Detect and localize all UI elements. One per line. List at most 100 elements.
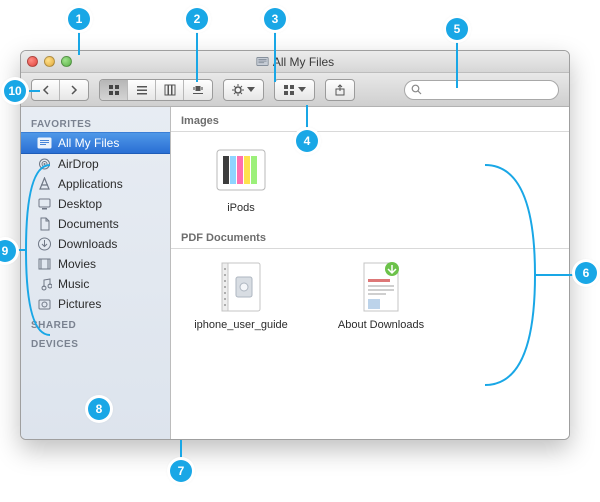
pdf-page-icon [358,259,404,315]
coverflow-icon [192,84,204,96]
section-items: iphone_user_guide [171,253,569,341]
sidebar-item-airdrop[interactable]: AirDrop [21,154,170,174]
sidebar-item-desktop[interactable]: Desktop [21,194,170,214]
sidebar-item-pictures[interactable]: Pictures [21,294,170,314]
file-label: About Downloads [338,319,424,331]
minimize-button[interactable] [44,56,55,67]
sidebar-section-shared: SHARED [21,314,170,333]
file-label: iphone_user_guide [194,319,288,331]
callout-5: 5 [446,18,468,40]
column-view-button[interactable] [156,80,184,100]
divider [171,248,569,249]
finder-window: All My Files [20,50,570,440]
desktop-icon [37,197,52,211]
pictures-icon [37,297,52,311]
columns-icon [164,84,176,96]
section-header-images: Images [171,107,569,131]
applications-icon [37,177,52,191]
file-thumbnail [213,142,269,198]
sidebar-item-label: Downloads [58,237,117,251]
sidebar-item-movies[interactable]: Movies [21,254,170,274]
callout-8: 8 [88,398,110,420]
image-thumbnail-icon [213,142,269,198]
arrange-menu-button[interactable] [274,79,315,101]
callout-line [306,105,308,131]
window-title-text: All My Files [273,55,334,69]
share-button[interactable] [325,79,355,101]
callout-10: 10 [4,80,26,102]
sidebar-item-applications[interactable]: Applications [21,174,170,194]
callout-line [78,30,80,55]
chevron-left-icon [41,85,51,95]
file-item[interactable]: About Downloads [331,259,431,331]
callout-6: 6 [575,262,597,284]
movies-icon [37,257,52,271]
window-body: FAVORITES All My Files AirDrop Applicati… [21,107,569,439]
file-item[interactable]: iphone_user_guide [191,259,291,331]
icon-view-button[interactable] [100,80,128,100]
sidebar-section-favorites: FAVORITES [21,113,170,132]
share-icon [334,84,346,96]
gear-icon [232,84,244,96]
sidebar-item-label: Documents [58,217,119,231]
file-thumbnail [213,259,269,315]
sidebar-item-label: Pictures [58,297,101,311]
callout-line [274,30,276,82]
search-input[interactable] [426,84,552,96]
callout-1: 1 [68,8,90,30]
section-header-pdf: PDF Documents [171,224,569,248]
callout-line [196,30,198,82]
sidebar-item-label: Desktop [58,197,102,211]
downloads-icon [37,237,52,251]
grid-icon [108,84,120,96]
list-icon [136,84,148,96]
arrange-icon [283,84,295,96]
callout-line [26,90,40,92]
window-controls [27,56,72,67]
sidebar-item-documents[interactable]: Documents [21,214,170,234]
titlebar: All My Files [21,51,569,73]
sidebar-item-label: Applications [58,177,123,191]
window-title: All My Files [21,55,569,69]
zoom-button[interactable] [61,56,72,67]
close-button[interactable] [27,56,38,67]
divider [171,131,569,132]
action-menu-button[interactable] [223,79,264,101]
pdf-booklet-icon [216,259,266,315]
list-view-button[interactable] [128,80,156,100]
file-thumbnail [353,259,409,315]
sidebar-item-label: Music [58,277,89,291]
callout-line [180,440,182,462]
documents-icon [37,217,52,231]
callout-7: 7 [170,460,192,482]
callout-4: 4 [296,130,318,152]
sidebar: FAVORITES All My Files AirDrop Applicati… [21,107,171,439]
chevron-right-icon [69,85,79,95]
sidebar-item-downloads[interactable]: Downloads [21,234,170,254]
airdrop-icon [37,157,52,171]
file-item[interactable]: iPods [191,142,291,214]
forward-button[interactable] [60,80,88,100]
callout-line [456,40,458,88]
callout-3: 3 [264,8,286,30]
search-icon [411,84,422,95]
music-icon [37,277,52,291]
toolbar [21,73,569,107]
sidebar-item-all-my-files[interactable]: All My Files [21,132,170,154]
content-area: Images iPods [171,107,569,439]
sidebar-item-label: Movies [58,257,96,271]
coverflow-view-button[interactable] [184,80,212,100]
callout-2: 2 [186,8,208,30]
all-files-icon [37,136,52,150]
sidebar-item-label: AirDrop [58,157,99,171]
sidebar-item-music[interactable]: Music [21,274,170,294]
section-items: iPods [171,136,569,224]
all-files-title-icon [256,55,269,68]
callout-9: 9 [0,240,16,262]
sidebar-item-label: All My Files [58,136,119,150]
chevron-down-icon [247,87,255,92]
file-label: iPods [227,202,255,214]
search-field[interactable] [404,80,559,100]
chevron-down-icon [298,87,306,92]
sidebar-section-devices: DEVICES [21,333,170,352]
